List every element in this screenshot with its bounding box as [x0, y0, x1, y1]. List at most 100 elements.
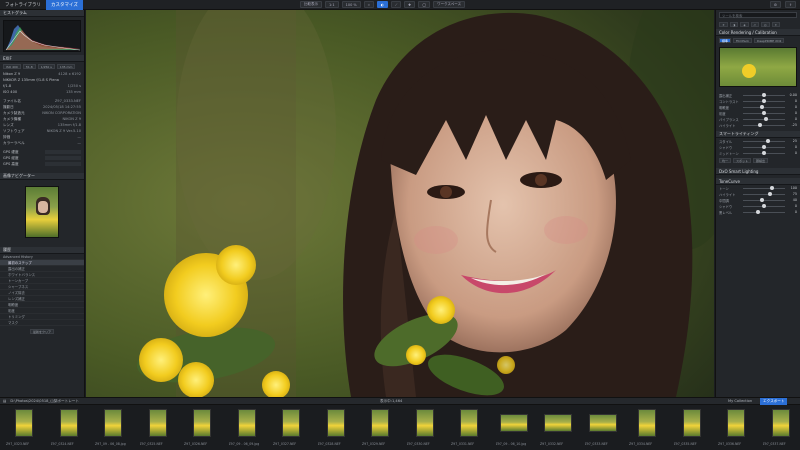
section-color-rendering[interactable]: Color Rendering / Calibration — [716, 29, 800, 36]
option-spot[interactable]: スポット — [733, 158, 752, 163]
slider-value[interactable]: 40 — [787, 198, 797, 202]
slider-knob[interactable] — [762, 151, 766, 155]
slider-value[interactable]: 0 — [787, 151, 797, 155]
slider-value[interactable]: 100 — [787, 186, 797, 190]
settings-icon[interactable]: ⚙ — [769, 1, 782, 8]
navigator-preview[interactable] — [25, 186, 59, 238]
folder-path[interactable]: D:\Photos\2024\0518_山梨ポートレート — [10, 399, 160, 404]
slider-knob[interactable] — [757, 123, 762, 127]
local-adjust-icon[interactable]: ◎ — [760, 22, 770, 27]
slider-value[interactable]: 0 — [787, 117, 797, 121]
filmstrip-thumbnail[interactable] — [366, 408, 394, 438]
preset-deepprime[interactable]: DeepPRIME XD2 — [754, 38, 785, 43]
exif-btn[interactable]: f/1.8 — [22, 64, 36, 69]
repair-icon[interactable]: ✚ — [404, 1, 416, 8]
filmstrip-thumbnail[interactable] — [678, 408, 706, 438]
slider-knob[interactable] — [770, 186, 775, 190]
section-dxo-smart-lighting[interactable]: DxO Smart Lighting — [716, 168, 800, 175]
slider-track[interactable] — [743, 123, 785, 127]
slider-knob[interactable] — [759, 198, 764, 202]
gps-field[interactable] — [45, 162, 81, 166]
slider-track[interactable] — [743, 99, 785, 103]
slider-track[interactable] — [743, 145, 785, 149]
gps-field[interactable] — [45, 150, 81, 154]
filmstrip-thumbnail[interactable] — [722, 408, 750, 438]
slider-track[interactable] — [743, 117, 785, 121]
slider-value[interactable]: 75 — [787, 192, 797, 196]
exif-btn[interactable]: 1/250 s — [37, 64, 55, 69]
filmstrip-thumbnail[interactable] — [633, 408, 661, 438]
filmstrip-thumbnail[interactable] — [455, 408, 483, 438]
slider-track[interactable] — [743, 105, 785, 109]
slider-knob[interactable] — [759, 105, 764, 109]
slider-track[interactable] — [743, 204, 785, 208]
section-smart-lighting[interactable]: スマートライティング — [716, 131, 800, 138]
slider-knob[interactable] — [768, 192, 773, 196]
exif-header[interactable]: EXIF — [0, 55, 84, 62]
exif-btn[interactable]: 135 mm — [56, 64, 76, 69]
light-icon[interactable]: ☀ — [719, 22, 728, 27]
section-tone-curve[interactable]: ToneCurve — [716, 178, 800, 185]
slider-track[interactable] — [743, 192, 785, 196]
slider-value[interactable]: 0 — [787, 105, 797, 109]
filmstrip-thumbnail[interactable] — [277, 408, 305, 438]
straighten-icon[interactable]: ⟋ — [390, 1, 402, 8]
slider-value[interactable]: 0 — [787, 145, 797, 149]
slider-knob[interactable] — [762, 93, 766, 97]
mask-icon[interactable]: ◯ — [418, 1, 431, 8]
filmstrip-thumbnail[interactable] — [588, 408, 617, 438]
slider-knob[interactable] — [755, 210, 760, 214]
histogram-header[interactable]: ヒストグラム — [0, 10, 84, 17]
filmstrip-thumbnail[interactable] — [99, 408, 127, 438]
option-face[interactable]: 顔検出 — [753, 158, 769, 163]
slider-track[interactable] — [743, 139, 785, 143]
zoom-fit-button[interactable]: 1:1 — [325, 1, 339, 8]
filmstrip-thumbnail[interactable] — [322, 408, 350, 438]
slider-track[interactable] — [743, 151, 785, 155]
workspace-button[interactable]: ワークスペース — [433, 1, 466, 8]
slider-knob[interactable] — [762, 99, 766, 103]
export-tab[interactable]: エクスポート — [760, 397, 788, 405]
export-icon[interactable]: ⇪ — [785, 1, 796, 8]
slider-value[interactable]: 0.00 — [787, 93, 797, 97]
clear-history-button[interactable]: 最新をクリア — [29, 329, 54, 334]
effects-icon[interactable]: ✦ — [771, 22, 781, 27]
option-uniform[interactable]: 均一 — [719, 158, 732, 163]
slider-value[interactable]: 0 — [787, 99, 797, 103]
filmstrip-thumbnail[interactable] — [55, 408, 83, 438]
navigator-header[interactable]: 画像ナビゲーター — [0, 173, 84, 180]
exif-btn[interactable]: ISO 400 — [3, 64, 21, 69]
crop-icon[interactable]: ⌗ — [363, 1, 374, 8]
slider-track[interactable] — [743, 111, 785, 115]
tool-search-input[interactable]: ツールを検索 — [719, 12, 797, 18]
filmstrip-thumbnail[interactable] — [767, 408, 795, 438]
slider-value[interactable]: 25 — [787, 139, 797, 143]
filmstrip-thumbnail[interactable] — [10, 408, 38, 438]
slider-track[interactable] — [743, 210, 785, 214]
filmstrip-thumbnail[interactable] — [411, 408, 439, 438]
slider-knob[interactable] — [762, 145, 766, 149]
filmstrip-thumbnail[interactable] — [233, 408, 261, 438]
slider-value[interactable]: 0 — [787, 204, 797, 208]
zoom-level[interactable]: 100 % — [341, 1, 361, 8]
filmstrip-thumbnail[interactable] — [544, 408, 572, 438]
tab-photo-library[interactable]: フォトライブラリ — [0, 0, 46, 10]
color-icon[interactable]: ◑ — [729, 22, 739, 27]
gps-field[interactable] — [45, 156, 81, 160]
collection-label[interactable]: My Collection — [728, 399, 752, 403]
preset-filmpack[interactable]: FilmPack — [733, 38, 753, 43]
history-item[interactable]: マスク — [0, 320, 84, 326]
history-header[interactable]: 履歴 — [0, 247, 84, 254]
slider-knob[interactable] — [764, 117, 769, 121]
slider-track[interactable] — [743, 186, 785, 190]
folder-icon[interactable]: ▤ — [3, 399, 6, 403]
detail-icon[interactable]: ◈ — [740, 22, 749, 27]
filmstrip-thumbnail[interactable] — [188, 408, 216, 438]
slider-value[interactable]: -25 — [787, 123, 797, 127]
image-viewer[interactable] — [86, 10, 714, 397]
tab-customize[interactable]: カスタマイズ — [46, 0, 83, 10]
white-balance-icon[interactable]: ◐ — [376, 1, 388, 8]
filmstrip-thumbnail[interactable] — [144, 408, 172, 438]
slider-value[interactable]: 0 — [787, 210, 797, 214]
compare-button[interactable]: 比較表示 — [300, 1, 322, 8]
